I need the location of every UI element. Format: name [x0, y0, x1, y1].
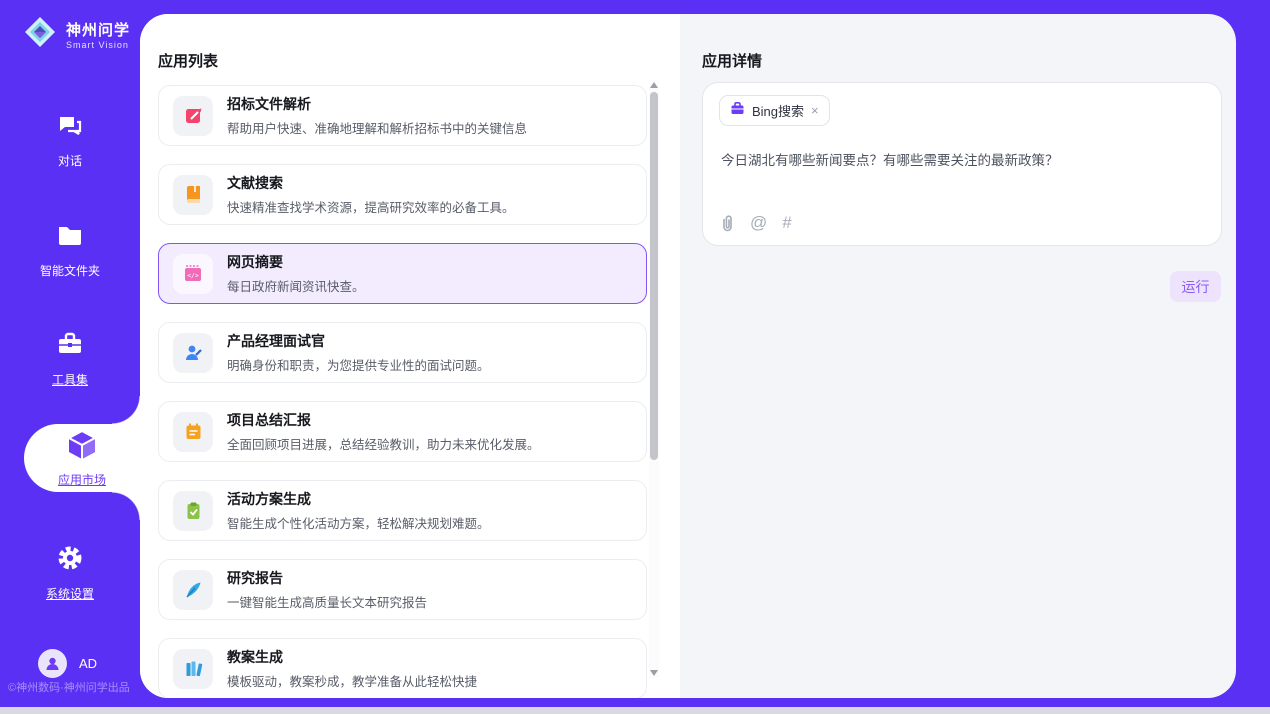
quill-report-icon: [173, 570, 213, 610]
cube-icon: [65, 428, 99, 467]
sidebar-item-label: 智能文件夹: [40, 262, 100, 279]
svg-text:</>: </>: [187, 271, 199, 279]
scroll-down-icon[interactable]: [650, 670, 658, 676]
tool-tag-label: Bing搜索: [752, 101, 804, 120]
logo-subtitle: Smart Vision: [66, 40, 130, 50]
window-bottom-strip: [0, 707, 1270, 714]
app-desc: 全面回顾项目进展，总结经验教训，助力未来优化发展。: [227, 434, 540, 453]
folder-icon: [55, 220, 85, 255]
sidebar: 神州问学 Smart Vision 对话 智能文件夹: [0, 0, 140, 707]
mention-icon[interactable]: @: [750, 213, 767, 233]
app-card-lesson-plan[interactable]: 教案生成 模板驱动，教案秒成，教学准备从此轻松快捷: [158, 638, 647, 698]
app-card-research-report[interactable]: 研究报告 一键智能生成高质量长文本研究报告: [158, 559, 647, 620]
sidebar-item-settings[interactable]: 系统设置: [0, 543, 140, 602]
avatar: [38, 649, 67, 678]
sidebar-item-smart-folder[interactable]: 智能文件夹: [0, 220, 140, 279]
sidebar-item-label: 系统设置: [46, 585, 94, 602]
books-icon: [173, 649, 213, 689]
app-name: 网页摘要: [227, 252, 365, 272]
sidebar-item-app-market[interactable]: 应用市场: [24, 424, 140, 492]
run-button[interactable]: 运行: [1170, 271, 1221, 302]
document-pen-icon: [173, 96, 213, 136]
app-desc: 明确身份和职责，为您提供专业性的面试问题。: [227, 355, 490, 374]
sidebar-item-label: 对话: [58, 152, 82, 169]
copyright-footer: ©神州数码·神州问学出品: [8, 679, 130, 695]
close-icon[interactable]: ×: [811, 104, 819, 117]
clipboard-check-icon: [173, 491, 213, 531]
scrollbar-thumb[interactable]: [650, 92, 658, 460]
app-desc: 一键智能生成高质量长文本研究报告: [227, 592, 427, 611]
app-name: 项目总结汇报: [227, 410, 540, 430]
toolbox-icon: [55, 329, 85, 364]
sidebar-item-label: 工具集: [52, 371, 88, 388]
tool-tag-bing-search[interactable]: Bing搜索 ×: [719, 95, 830, 126]
sidebar-item-toolset[interactable]: 工具集: [0, 329, 140, 388]
calendar-icon: [173, 412, 213, 452]
app-name: 活动方案生成: [227, 489, 490, 509]
prompt-card: Bing搜索 × 今日湖北有哪些新闻要点？有哪些需要关注的最新政策？ @ #: [702, 82, 1222, 246]
gear-icon: [55, 543, 85, 578]
app-desc: 帮助用户快速、准确地理解和解析招标书中的关键信息: [227, 118, 527, 137]
app-name: 产品经理面试官: [227, 331, 490, 351]
app-window: 神州问学 Smart Vision 对话 智能文件夹: [0, 0, 1270, 714]
app-name: 文献搜索: [227, 173, 515, 193]
app-card-literature-search[interactable]: 文献搜索 快速精准查找学术资源，提高研究效率的必备工具。: [158, 164, 647, 225]
app-card-web-summary[interactable]: </> 网页摘要 每日政府新闻资讯快查。: [158, 243, 647, 304]
app-detail-title: 应用详情: [702, 50, 762, 71]
app-card-pm-interviewer[interactable]: 产品经理面试官 明确身份和职责，为您提供专业性的面试问题。: [158, 322, 647, 383]
app-card-bid-analysis[interactable]: 招标文件解析 帮助用户快速、准确地理解和解析招标书中的关键信息: [158, 85, 647, 146]
app-name: 研究报告: [227, 568, 427, 588]
prompt-input[interactable]: 今日湖北有哪些新闻要点？有哪些需要关注的最新政策？: [721, 149, 1203, 169]
input-toolbar: @ #: [719, 213, 792, 233]
app-card-project-summary[interactable]: 项目总结汇报 全面回顾项目进展，总结经验教训，助力未来优化发展。: [158, 401, 647, 462]
app-logo: 神州问学 Smart Vision: [22, 14, 130, 55]
app-list-scrollbar[interactable]: [649, 80, 659, 678]
book-icon: [173, 175, 213, 215]
app-desc: 模板驱动，教案秒成，教学准备从此轻松快捷: [227, 671, 477, 690]
briefcase-icon: [730, 101, 745, 121]
interviewer-icon: [173, 333, 213, 373]
browser-code-icon: </>: [173, 254, 213, 294]
sidebar-item-chat[interactable]: 对话: [0, 110, 140, 169]
chat-icon: [55, 110, 85, 145]
content-area: 应用列表 招标文件解析 帮助用户快速、准确地理解和解析招标书中的关键信息: [140, 14, 1236, 698]
app-name: 招标文件解析: [227, 94, 527, 114]
app-desc: 每日政府新闻资讯快查。: [227, 276, 365, 295]
user-name: AD: [79, 656, 97, 671]
paperclip-icon[interactable]: [719, 214, 735, 232]
app-name: 教案生成: [227, 647, 477, 667]
app-desc: 快速精准查找学术资源，提高研究效率的必备工具。: [227, 197, 515, 216]
user-account[interactable]: AD: [38, 649, 97, 678]
app-card-list: 招标文件解析 帮助用户快速、准确地理解和解析招标书中的关键信息 文献搜索 快速精…: [158, 85, 647, 698]
hash-icon[interactable]: #: [782, 213, 791, 233]
app-card-activity-plan[interactable]: 活动方案生成 智能生成个性化活动方案，轻松解决规划难题。: [158, 480, 647, 541]
app-desc: 智能生成个性化活动方案，轻松解决规划难题。: [227, 513, 490, 532]
logo-diamond-icon: [22, 14, 58, 55]
scroll-up-icon[interactable]: [650, 82, 658, 88]
logo-title: 神州问学: [66, 19, 130, 40]
app-list-title: 应用列表: [158, 50, 218, 71]
sidebar-item-label: 应用市场: [58, 471, 106, 488]
